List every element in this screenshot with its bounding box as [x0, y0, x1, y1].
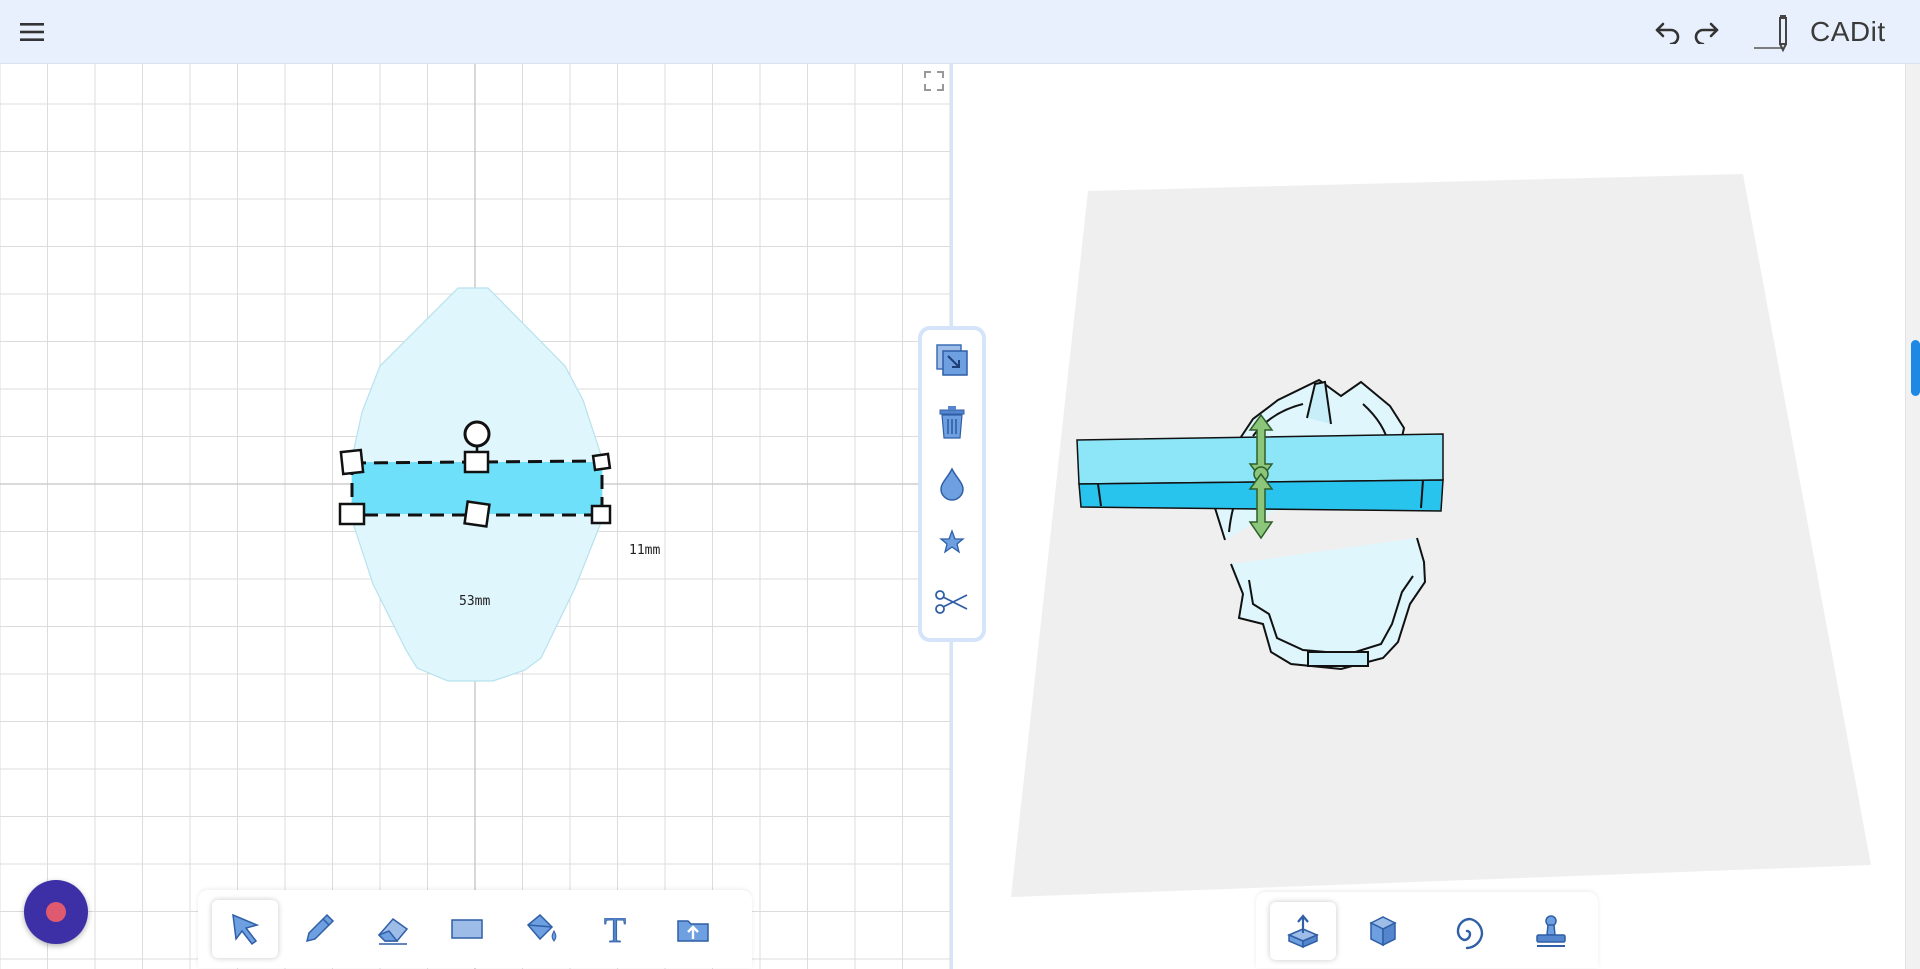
model-toolbar	[1256, 892, 1598, 968]
page-scrollbar[interactable]	[1905, 64, 1920, 969]
sketch-canvas[interactable]: 53mm 11mm	[0, 64, 950, 969]
cut-button[interactable]	[930, 580, 974, 624]
duplicate-icon	[936, 344, 968, 376]
fullscreen-left-button[interactable]	[923, 70, 945, 92]
paint-bucket-icon	[526, 913, 557, 942]
resize-handle-top-left[interactable]	[339, 448, 365, 476]
rectangle-icon	[451, 919, 483, 939]
spiral-tool-button[interactable]	[1434, 902, 1500, 960]
object-actions-toolbar	[918, 326, 986, 642]
pencil-icon	[305, 913, 335, 943]
resize-handle-bottom-right[interactable]	[590, 504, 612, 525]
delete-button[interactable]	[930, 400, 974, 444]
eraser-tool-button[interactable]	[360, 900, 426, 958]
svg-text:T: T	[604, 911, 626, 947]
sketch-grid: 53mm 11mm	[0, 64, 950, 969]
resize-handle-bottom-left[interactable]	[338, 502, 366, 526]
3d-viewer[interactable]	[953, 64, 1905, 969]
select-tool-button[interactable]	[212, 900, 278, 958]
width-dimension-label: 53mm	[459, 594, 490, 609]
resize-handle-bottom-center[interactable]	[463, 500, 491, 528]
fullscreen-icon	[924, 71, 944, 91]
pencil-tool-button[interactable]	[286, 900, 352, 958]
stamp-icon	[1536, 915, 1566, 947]
trash-icon	[939, 406, 965, 439]
text-tool-button[interactable]: T	[582, 900, 648, 958]
pencil-logo-icon	[1752, 10, 1792, 54]
resize-handle-top-center[interactable]	[463, 450, 490, 474]
cube-icon	[1369, 916, 1397, 947]
favorite-button[interactable]	[930, 520, 974, 564]
hamburger-menu-icon	[20, 23, 44, 41]
height-dimension-label: 11mm	[629, 543, 660, 558]
cursor-arrow-icon	[232, 913, 260, 946]
resize-handle-top-right[interactable]	[591, 452, 612, 472]
build-plate	[1011, 174, 1871, 897]
scissors-icon	[935, 590, 968, 614]
folder-upload-icon	[677, 920, 709, 942]
record-icon	[46, 902, 66, 922]
redo-button[interactable]	[1688, 14, 1724, 50]
draw-toolbar: T	[198, 890, 752, 968]
undo-icon	[1655, 22, 1680, 44]
paint-bucket-tool-button[interactable]	[508, 900, 574, 958]
solid-tool-button[interactable]	[1350, 902, 1416, 960]
scrollbar-thumb[interactable]	[1911, 340, 1920, 396]
record-button[interactable]	[24, 880, 88, 944]
duplicate-button[interactable]	[930, 338, 974, 382]
spiral-icon	[1456, 917, 1484, 950]
star-icon	[939, 529, 965, 554]
top-bar: CADit	[0, 0, 1920, 64]
menu-button[interactable]	[14, 14, 50, 50]
stamp-tool-button[interactable]	[1518, 902, 1584, 960]
extrude-tool-button[interactable]	[1270, 902, 1336, 960]
text-icon: T	[604, 911, 627, 947]
rectangle-tool-button[interactable]	[434, 900, 500, 958]
import-tool-button[interactable]	[660, 900, 726, 958]
color-button[interactable]	[930, 462, 974, 506]
droplet-icon	[940, 467, 964, 501]
undo-button[interactable]	[1650, 14, 1686, 50]
redo-icon	[1694, 22, 1719, 44]
rotation-handle[interactable]	[463, 420, 491, 448]
app-title: CADit	[1810, 16, 1886, 47]
extrude-icon	[1287, 914, 1319, 949]
eraser-icon	[377, 917, 409, 945]
